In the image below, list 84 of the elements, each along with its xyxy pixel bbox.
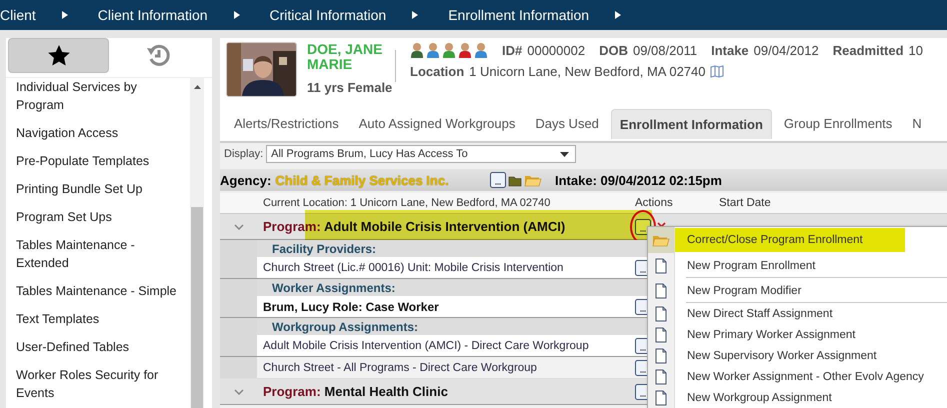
nav-link[interactable]: Critical Information [270,7,386,23]
menu-item[interactable]: New Worker Assignment - Other Evolv Agency [648,366,947,387]
table-cell-text: Adult Mobile Crisis Intervention (AMCI) - Direct Care Workgroup [262,340,590,352]
section-label: Workgroup Assignments: [271,320,420,334]
tab[interactable]: Auto Assigned Workgroups [350,109,524,138]
star-icon [46,44,70,68]
tab[interactable]: Alerts/Restrictions [226,109,347,138]
scrollbar[interactable] [190,78,204,408]
nav-link[interactable]: Enrollment Information [448,7,590,23]
sidebar-item[interactable]: Pre-Populate Templates [6,152,190,180]
nav-link[interactable]: Client Information [98,7,208,23]
menu-item[interactable]: New Program Modifier [648,278,947,303]
field-value: 1 Unicorn Lane, New Bedford, MA 02740 [469,64,706,79]
client-name: DOE, JANE MARIE [307,42,384,72]
scrollbar-thumb[interactable] [191,207,203,408]
page-icon [653,348,669,364]
tab[interactable]: N [904,109,930,138]
page-icon [653,368,669,384]
tab[interactable]: Group Enrollments [776,109,900,138]
sidebar-item[interactable]: Text Templates [6,310,190,338]
caret-icon [412,11,418,19]
page-icon [653,282,669,298]
indent-cell [220,296,257,317]
field-label: ID# [502,42,522,58]
person-icon[interactable] [410,42,424,58]
agency-name: Child & Family Services Inc. [275,172,449,188]
menu-item[interactable]: New Workgroup Assignment [648,387,947,408]
field-label: DOB [599,42,628,58]
person-icon[interactable] [458,42,472,58]
sidebar-item[interactable]: Navigation Access [6,124,190,152]
chevron-icon[interactable] [234,224,244,230]
section-label: Facility Providers: [271,242,378,256]
field-label: Readmitted [832,42,904,58]
program-title: Program: Mental Health Clinic [262,384,449,399]
menu-item[interactable]: New Program Enrollment [648,253,947,278]
dropdown-arrow-icon [560,152,570,156]
indent-cell [220,335,257,356]
nav-link[interactable]: Client [0,7,36,23]
caret-icon [615,11,622,19]
field-label: Location [410,64,464,79]
field-label: Intake [711,42,749,58]
section-label: Worker Assignments: [271,280,396,294]
more-button[interactable] [490,172,506,188]
display-label: Display: [224,148,264,160]
indent-cell [220,257,257,278]
menu-item[interactable]: New Supervisory Worker Assignment [648,345,947,366]
page-icon [653,390,669,406]
field-value: 00000002 [527,42,586,58]
caret-icon [62,11,68,19]
agency-intake: Intake: 09/04/2012 02:15pm [555,172,722,188]
tab[interactable]: Days Used [527,109,607,138]
sidebar-tab[interactable] [8,38,109,73]
person-icon[interactable] [426,42,440,58]
tab[interactable]: Enrollment Information [610,108,772,138]
menu-item[interactable]: New Direct Staff Assignment [648,303,947,324]
person-icon[interactable] [474,42,488,58]
column-header: Actions [635,197,674,209]
column-header: Start Date [719,197,772,209]
page-icon [653,326,669,342]
field-value: 09/08/2011 [632,42,698,58]
display-dropdown[interactable]: All Programs Brum, Lucy Has Access To [266,145,576,163]
sidebar-item[interactable]: Worker Roles Security for Events [6,366,190,408]
table-cell-text: Church Street (Lic.# 00016) Unit: Mobile Crisis Intervention [262,262,564,274]
page-icon [653,258,669,274]
table-cell-text: Church Street - All Programs - Direct Care Workgroup [262,362,538,374]
table-cell-text: Brum, Lucy Role: Case Worker [262,300,440,314]
field-value: 09/04/2012 [754,42,819,58]
sidebar-item[interactable]: Tables Maintenance - Extended [6,236,190,282]
column-header: Current Location: 1 Unicorn Lane, New Bedford, MA 02740 [262,197,552,209]
menu-item[interactable]: New Primary Worker Assignment [648,324,947,345]
caret-icon [234,11,240,19]
chevron-icon[interactable] [234,388,244,394]
sidebar-item[interactable]: User-Defined Tables [6,338,190,366]
client-age-sex: 11 yrs Female [307,80,394,95]
person-icon[interactable] [442,42,456,58]
scroll-up-icon [194,85,200,89]
sidebar-item[interactable]: Program Set Ups [6,208,190,236]
field-value: 10 [908,42,923,58]
sidebar-item[interactable]: Individual Services by Program [6,78,190,124]
agency-label: Agency: [220,172,272,188]
page-icon [653,306,669,322]
map-icon[interactable] [710,65,724,78]
sidebar-item[interactable]: Tables Maintenance - Simple [6,282,190,310]
sidebar-item[interactable]: Printing Bundle Set Up [6,180,190,208]
